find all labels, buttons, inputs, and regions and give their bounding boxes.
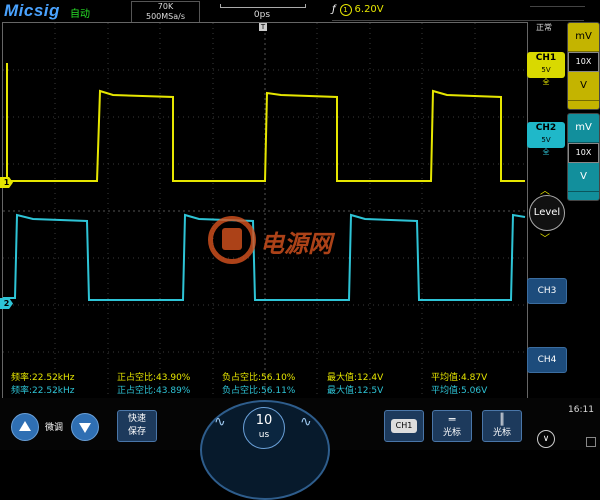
sample-rate-box[interactable]: 70K 500MSa/s [131,1,200,23]
sample-depth: 70K [157,2,174,11]
horizontal-cursor-button[interactable]: ═ 光标 [432,410,472,442]
ch4-button[interactable]: CH4 [527,347,567,373]
time-position-value: 0ps [253,10,271,20]
ch1-unit-v[interactable]: V [568,72,599,101]
chevron-down-circle-icon[interactable]: ∨ [537,430,555,448]
time-position-bar [220,4,306,8]
ch2-label: CH2 [535,123,557,133]
status-icon [586,437,596,447]
ch1-probe-ratio[interactable]: 10X [568,52,599,72]
channel-select-button[interactable]: CH1 [384,410,424,442]
ch1-trace [3,63,525,182]
timebase-unit: us [258,430,270,440]
ch1-button[interactable]: CH1 5V [527,52,565,78]
ch2-unit-mv[interactable]: mV [568,114,599,143]
acquire-mode[interactable]: 自动 [70,5,90,20]
ch2-button[interactable]: CH2 5V [527,122,565,148]
vertical-cursor-label: 光标 [492,428,511,438]
ch2-max: 最大值:12.5V [327,386,384,396]
trigger-slope-icon: ƒ [332,4,336,15]
timebase-number: 10 [255,413,273,428]
ch1-scale: 5V [541,66,551,74]
ch2-average: 平均值:5.06V [431,386,488,396]
trigger-level-value: 6.20V [354,4,384,15]
wave-compress-icon[interactable]: ∿ [214,414,226,430]
ch1-bandwidth: 全 [542,78,550,86]
channel-select-label: CH1 [391,419,417,433]
waveform-display[interactable]: 电源网 频率:22.52kHz 正占空比:43.90% 负占空比:56.10% … [2,22,528,400]
timebase-value[interactable]: 10 us [243,407,285,449]
ch2-frequency: 频率:22.52kHz [11,386,75,396]
quick-save-line2: 保存 [127,427,146,437]
graticule [3,23,527,399]
trigger-time-marker[interactable]: T [259,23,267,31]
plug-icon [222,228,242,250]
horizontal-cursor-label: 光标 [442,428,461,438]
ch1-max: 最大值:12.4V [327,373,384,383]
clock: 16:11 [568,405,594,415]
watermark-text: 电源网 [260,230,332,258]
ch1-vertical-scale[interactable]: mV 10X V [567,22,600,110]
quick-save-button[interactable]: 快速 保存 [117,410,157,442]
horizontal-lines-icon: ═ [448,413,456,426]
chevron-down-icon[interactable]: ﹀ [540,230,550,245]
ch1-negative-duty: 负占空比:56.10% [222,373,296,383]
top-status-bar: Micsig 自动 70K 500MSa/s 0ps ƒ 1 6.20V [0,0,600,23]
watermark: 电源网 [208,216,368,276]
fine-down-button[interactable] [71,413,99,441]
trigger-info[interactable]: ƒ 1 6.20V [332,4,384,16]
ch1-unit-mv[interactable]: mV [568,23,599,52]
vertical-lines-icon: ║ [498,413,506,426]
ch1-frequency: 频率:22.52kHz [11,373,75,383]
divider [332,20,584,21]
sample-rate: 500MSa/s [145,12,185,21]
fine-adjust-label: 微调 [45,423,64,433]
arrow-up-icon [19,421,31,431]
ch3-button[interactable]: CH3 [527,278,567,304]
divider [530,6,585,7]
brand-logo: Micsig [4,1,60,20]
ch2-vertical-scale[interactable]: mV 10X V [567,113,600,201]
quick-save-line1: 快速 [127,414,146,424]
ch2-probe-ratio[interactable]: 10X [568,143,599,163]
trigger-level-knob[interactable]: Level [529,195,565,231]
time-position[interactable]: 0ps [212,1,312,21]
trigger-channel-icon: 1 [339,4,352,16]
wave-expand-icon[interactable]: ∿ [300,414,312,430]
ch2-negative-duty: 负占空比:56.11% [222,386,296,396]
ch2-scale: 5V [541,136,551,144]
ch1-average: 平均值:4.87V [431,373,488,383]
arrow-down-icon [79,423,91,433]
ch2-bandwidth: 全 [542,148,550,156]
timebase-wheel[interactable]: ∿ 10 us ∿ [200,400,330,500]
ch2-unit-v[interactable]: V [568,163,599,192]
vertical-cursor-button[interactable]: ║ 光标 [482,410,522,442]
fine-up-button[interactable] [11,413,39,441]
ch1-label: CH1 [535,53,557,63]
ch2-positive-duty: 正占空比:43.89% [117,386,191,396]
trigger-status: 正常 [536,23,552,32]
ch1-positive-duty: 正占空比:43.90% [117,373,191,383]
